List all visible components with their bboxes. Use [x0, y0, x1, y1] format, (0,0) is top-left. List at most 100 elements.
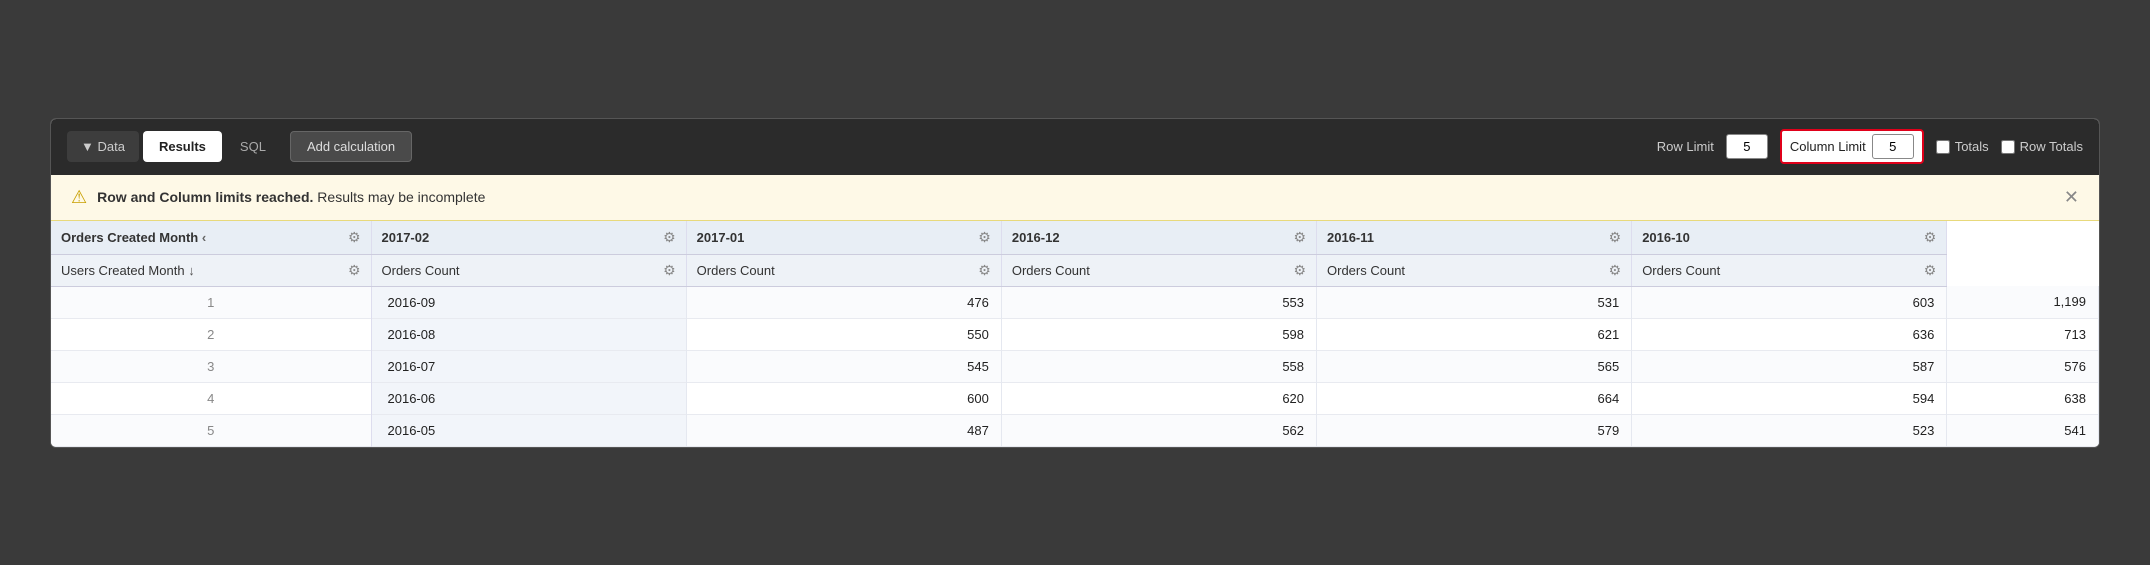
row-number: 5	[51, 414, 371, 446]
row-header-gear-icon[interactable]: ⚙	[348, 262, 361, 279]
row-label: 2016-08	[371, 318, 686, 350]
banner-message: Row and Column limits reached. Results m…	[97, 189, 485, 205]
data-cell: 638	[1947, 382, 2099, 414]
sub-gear-icon-1[interactable]: ⚙	[663, 262, 676, 279]
column-limit-label: Column Limit	[1790, 139, 1866, 154]
column-limit-input[interactable]	[1872, 134, 1914, 159]
data-cell: 713	[1947, 318, 2099, 350]
data-cell: 576	[1947, 350, 2099, 382]
banner-message-rest: Results may be incomplete	[313, 189, 485, 205]
results-table-wrapper: Orders Created Month ‹ ⚙ 2017-02 ⚙	[51, 221, 2099, 447]
results-table: Orders Created Month ‹ ⚙ 2017-02 ⚙	[51, 221, 2099, 447]
row-label: 2016-05	[371, 414, 686, 446]
table-row: 42016-06600620664594638	[51, 382, 2099, 414]
sub-gear-icon-4[interactable]: ⚙	[1609, 262, 1622, 279]
row-totals-checkbox-label[interactable]: Row Totals	[2001, 139, 2083, 154]
col-date-2016-10: 2016-10	[1642, 230, 1690, 245]
pivot-row-label-header: Orders Created Month ‹ ⚙	[51, 221, 371, 255]
row-label: 2016-09	[371, 286, 686, 318]
pivot-col-header-text: Orders Created Month ‹	[61, 230, 206, 245]
sub-gear-icon-3[interactable]: ⚙	[1293, 262, 1306, 279]
row-header-text: Users Created Month ↓	[61, 263, 195, 278]
data-cell: 587	[1632, 350, 1947, 382]
toolbar: ▼ Data Results SQL Add calculation Row L…	[51, 119, 2099, 175]
sub-header-label-4: Orders Count	[1327, 263, 1405, 278]
row-totals-label-text: Row Totals	[2020, 139, 2083, 154]
row-number: 2	[51, 318, 371, 350]
col-date-2016-12: 2016-12	[1012, 230, 1060, 245]
sub-header-label-5: Orders Count	[1642, 263, 1720, 278]
add-calculation-button[interactable]: Add calculation	[290, 131, 412, 162]
data-cell: 579	[1317, 414, 1632, 446]
warning-icon: ⚠	[71, 187, 87, 208]
sub-header-row: Users Created Month ↓ ⚙ Orders Count ⚙	[51, 254, 2099, 286]
row-sort-icon: ↓	[188, 263, 195, 278]
data-cell: 594	[1632, 382, 1947, 414]
col-date-2016-11: 2016-11	[1327, 230, 1374, 245]
sub-header-orders-count-1: Orders Count ⚙	[371, 254, 686, 286]
sub-header-orders-count-3: Orders Count ⚙	[1001, 254, 1316, 286]
data-cell: 620	[1001, 382, 1316, 414]
data-cell: 603	[1632, 286, 1947, 318]
pivot-header-gear-icon[interactable]: ⚙	[348, 229, 361, 246]
data-cell: 621	[1317, 318, 1632, 350]
sub-gear-icon-5[interactable]: ⚙	[1924, 262, 1937, 279]
row-limit-input[interactable]	[1726, 134, 1768, 159]
pivot-header-row: Orders Created Month ‹ ⚙ 2017-02 ⚙	[51, 221, 2099, 255]
data-cell: 531	[1317, 286, 1632, 318]
table-body: 12016-094765535316031,19922016-085505986…	[51, 286, 2099, 446]
sub-header-orders-count-5: Orders Count ⚙	[1632, 254, 1947, 286]
col-gear-icon-2016-11[interactable]: ⚙	[1609, 229, 1622, 246]
col-gear-icon-2017-02[interactable]: ⚙	[663, 229, 676, 246]
table-row: 32016-07545558565587576	[51, 350, 2099, 382]
column-limit-wrapper: Column Limit	[1780, 129, 1924, 164]
tab-sql[interactable]: SQL	[226, 131, 280, 162]
col-header-2017-01: 2017-01 ⚙	[686, 221, 1001, 255]
tab-results[interactable]: Results	[143, 131, 222, 162]
col-gear-icon-2016-12[interactable]: ⚙	[1293, 229, 1306, 246]
tab-data[interactable]: ▼ Data	[67, 131, 139, 162]
sub-header-label-2: Orders Count	[697, 263, 775, 278]
row-number: 3	[51, 350, 371, 382]
banner-message-bold: Row and Column limits reached.	[97, 189, 313, 205]
row-totals-checkbox[interactable]	[2001, 140, 2015, 154]
data-cell: 541	[1947, 414, 2099, 446]
totals-checkbox[interactable]	[1936, 140, 1950, 154]
col-gear-icon-2016-10[interactable]: ⚙	[1924, 229, 1937, 246]
sub-gear-icon-2[interactable]: ⚙	[978, 262, 991, 279]
data-cell: 1,199	[1947, 286, 2099, 318]
row-dimension-header: Users Created Month ↓ ⚙	[51, 254, 371, 286]
col-header-2017-02: 2017-02 ⚙	[371, 221, 686, 255]
table-row: 52016-05487562579523541	[51, 414, 2099, 446]
data-cell: 664	[1317, 382, 1632, 414]
main-container: ▼ Data Results SQL Add calculation Row L…	[50, 118, 2100, 448]
totals-checkbox-label[interactable]: Totals	[1936, 139, 1989, 154]
sub-header-orders-count-4: Orders Count ⚙	[1317, 254, 1632, 286]
data-cell: 523	[1632, 414, 1947, 446]
totals-label-text: Totals	[1955, 139, 1989, 154]
col-gear-icon-2017-01[interactable]: ⚙	[978, 229, 991, 246]
banner-left: ⚠ Row and Column limits reached. Results…	[71, 187, 485, 208]
data-cell: 550	[686, 318, 1001, 350]
warning-banner: ⚠ Row and Column limits reached. Results…	[51, 175, 2099, 221]
col-header-2016-12: 2016-12 ⚙	[1001, 221, 1316, 255]
data-cell: 562	[1001, 414, 1316, 446]
col-date-2017-01: 2017-01	[697, 230, 745, 245]
row-label: 2016-07	[371, 350, 686, 382]
table-row: 22016-08550598621636713	[51, 318, 2099, 350]
data-cell: 636	[1632, 318, 1947, 350]
pivot-sort-chevron: ‹	[202, 230, 206, 245]
row-limit-label: Row Limit	[1657, 139, 1714, 154]
sub-header-label-3: Orders Count	[1012, 263, 1090, 278]
data-cell: 476	[686, 286, 1001, 318]
row-number: 1	[51, 286, 371, 318]
toolbar-right: Row Limit Column Limit Totals Row Totals	[1657, 129, 2083, 164]
table-row: 12016-094765535316031,199	[51, 286, 2099, 318]
data-cell: 598	[1001, 318, 1316, 350]
sub-header-orders-count-2: Orders Count ⚙	[686, 254, 1001, 286]
col-header-2016-11: 2016-11 ⚙	[1317, 221, 1632, 255]
data-cell: 487	[686, 414, 1001, 446]
banner-close-button[interactable]: ✕	[2064, 188, 2079, 206]
data-cell: 565	[1317, 350, 1632, 382]
data-cell: 545	[686, 350, 1001, 382]
